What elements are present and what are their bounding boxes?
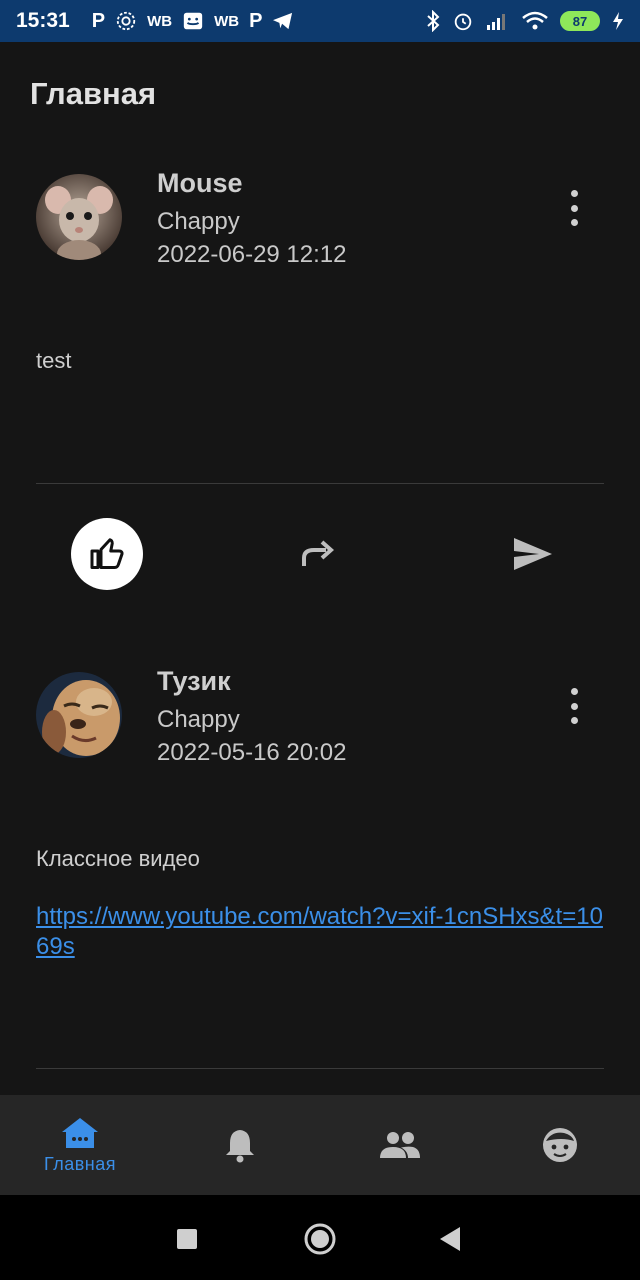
thumbs-up-icon (90, 538, 124, 569)
divider (36, 1068, 604, 1069)
bluetooth-icon (426, 10, 440, 32)
circle-icon (304, 1223, 336, 1255)
post-link[interactable]: https://www.youtube.com/watch?v=xif-1cnS… (36, 902, 604, 962)
wb-app-icon-2: WB (214, 12, 240, 30)
battery-indicator: 87 (560, 11, 600, 31)
post-actions (36, 517, 604, 590)
nav-item-home[interactable]: Главная (0, 1095, 160, 1195)
people-icon (380, 1132, 420, 1158)
gear-icon (115, 10, 137, 32)
post-card: Mouse Chappy 2022-06-29 12:12 test (36, 168, 604, 373)
p-app-icon: P (91, 9, 106, 32)
p-app-icon-2: P (249, 9, 263, 32)
alarm-icon (452, 10, 474, 32)
bottom-navigation: Главная (0, 1095, 640, 1195)
wb-app-icon: WB (147, 12, 173, 30)
share-arrow-icon (302, 540, 335, 566)
nav-item-friends[interactable] (320, 1095, 480, 1195)
post-group[interactable]: Chappy (157, 208, 240, 236)
back-button[interactable] (440, 1227, 460, 1256)
bell-icon (226, 1130, 254, 1163)
send-button[interactable] (511, 535, 555, 573)
signal-icon (486, 11, 510, 31)
home-icon (62, 1117, 98, 1148)
divider (36, 483, 604, 484)
recents-button[interactable] (177, 1229, 197, 1254)
face-icon (543, 1128, 577, 1162)
more-options-button[interactable] (566, 190, 582, 226)
square-icon (177, 1229, 197, 1249)
page-title: Главная (30, 76, 157, 111)
wifi-icon (522, 11, 548, 31)
back-triangle-icon (440, 1227, 460, 1251)
like-button[interactable] (71, 518, 143, 590)
charging-icon (612, 11, 624, 31)
clock: 15:31 (16, 9, 70, 32)
post-group[interactable]: Chappy (157, 706, 240, 734)
system-navigation-bar (0, 1195, 640, 1280)
post-text: Классное видео (36, 846, 200, 871)
telegram-icon (272, 11, 294, 31)
post-card: Тузик Chappy 2022-05-16 20:02 Классное в… (36, 666, 604, 960)
post-date: 2022-06-29 12:12 (157, 241, 347, 268)
more-options-button[interactable] (566, 688, 582, 724)
post-author[interactable]: Тузик (157, 666, 231, 697)
nav-item-profile[interactable] (480, 1095, 640, 1195)
send-icon (514, 538, 552, 570)
post-author[interactable]: Mouse (157, 168, 243, 199)
home-system-button[interactable] (303, 1222, 337, 1261)
post-date: 2022-05-16 20:02 (157, 739, 347, 766)
nav-item-notifications[interactable] (160, 1095, 320, 1195)
share-button[interactable] (298, 536, 338, 572)
avatar[interactable] (36, 672, 122, 758)
avatar[interactable] (36, 174, 122, 260)
status-bar: 15:31 P WB WB P 87 (0, 0, 640, 42)
nav-label-home: Главная (43, 1153, 116, 1174)
post-text: test (36, 348, 72, 373)
cat-app-icon (182, 10, 204, 32)
